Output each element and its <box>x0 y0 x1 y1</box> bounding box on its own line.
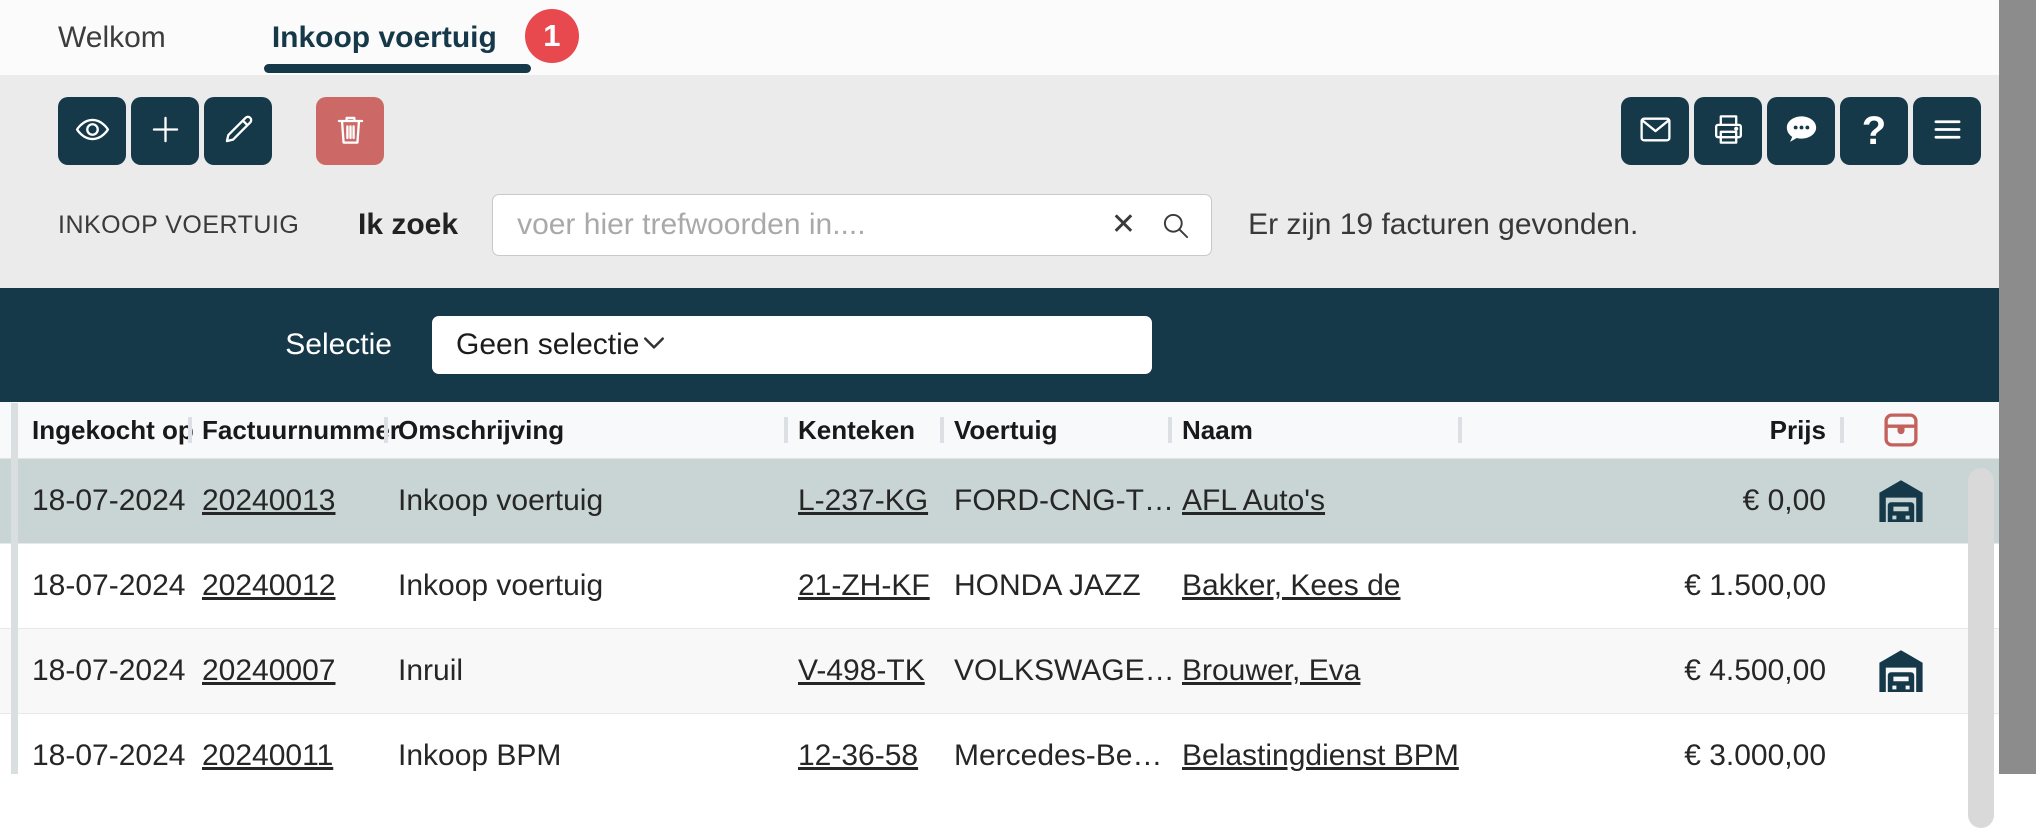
toolbar-left-group <box>58 97 384 165</box>
table-row[interactable]: 18-07-2024 20240012 Inkoop voertuig 21-Z… <box>0 543 2036 628</box>
license-link[interactable]: 21-ZH-KF <box>798 569 930 602</box>
cell-description: Inkoop BPM <box>398 739 798 773</box>
tab-welkom[interactable]: Welkom <box>58 20 166 56</box>
cell-description: Inkoop voertuig <box>398 569 798 603</box>
chevron-down-icon <box>639 328 669 363</box>
cell-description: Inkoop voertuig <box>398 484 798 518</box>
email-button[interactable] <box>1621 97 1689 165</box>
envelope-icon <box>1637 111 1674 151</box>
package-icon <box>1880 409 1922 451</box>
add-button[interactable] <box>131 97 199 165</box>
column-header-license[interactable]: Kenteken <box>798 415 954 446</box>
search-row: INKOOP VOERTUIG Ik zoek ✕ Er zijn 19 fac… <box>0 194 2036 256</box>
search-label: Ik zoek <box>358 208 458 242</box>
column-header-invoice[interactable]: Factuurnummer <box>202 415 398 446</box>
garage-car-icon[interactable] <box>1877 477 1925 525</box>
search-input[interactable] <box>515 207 1111 243</box>
clear-search-icon[interactable]: ✕ <box>1111 210 1136 240</box>
invoice-link[interactable]: 20240013 <box>202 484 335 517</box>
column-header-description[interactable]: Omschrijving <box>398 415 798 446</box>
pencil-icon <box>220 111 257 151</box>
search-box: ✕ <box>492 194 1212 256</box>
toolbar-section: ? INKOOP VOERTUIG Ik zoek ✕ <box>0 75 2036 288</box>
license-link[interactable]: 12-36-58 <box>798 739 918 772</box>
cell-date: 18-07-2024 <box>32 739 202 773</box>
hamburger-icon <box>1929 111 1966 151</box>
selection-band: Selectie Geen selectie <box>0 288 2036 402</box>
license-link[interactable]: V-498-TK <box>798 654 925 687</box>
help-button[interactable]: ? <box>1840 97 1908 165</box>
license-link[interactable]: L-237-KG <box>798 484 928 517</box>
table-row[interactable]: 18-07-2024 20240007 Inruil V-498-TK VOLK… <box>0 628 2036 713</box>
table-row[interactable]: 18-07-2024 20240011 Inkoop BPM 12-36-58 … <box>0 713 2036 798</box>
table-row[interactable]: 18-07-2024 20240013 Inkoop voertuig L-23… <box>0 459 2036 543</box>
cell-description: Inruil <box>398 654 798 688</box>
cell-vehicle: VOLKSWAGE… <box>954 654 1182 688</box>
toolbar: ? <box>0 75 2036 165</box>
table-header: Ingekocht op Factuurnummer Omschrijving … <box>0 402 2036 459</box>
view-button[interactable] <box>58 97 126 165</box>
column-header-vehicle[interactable]: Voertuig <box>954 415 1182 446</box>
eye-icon <box>74 111 111 151</box>
column-header-price[interactable]: Prijs <box>1472 415 1826 446</box>
invoice-link[interactable]: 20240012 <box>202 569 335 602</box>
name-link[interactable]: Belastingdienst BPM <box>1182 739 1459 772</box>
question-icon: ? <box>1862 111 1886 151</box>
cell-date: 18-07-2024 <box>32 654 202 688</box>
invoice-link[interactable]: 20240011 <box>202 739 333 772</box>
column-header-vehicle-flag[interactable] <box>1826 409 1976 451</box>
name-link[interactable]: Brouwer, Eva <box>1182 654 1360 687</box>
chat-button[interactable] <box>1767 97 1835 165</box>
menu-button[interactable] <box>1913 97 1981 165</box>
delete-button[interactable] <box>316 97 384 165</box>
window-right-rail <box>1999 0 2036 774</box>
cell-vehicle: Mercedes-Be… <box>954 739 1182 773</box>
cell-date: 18-07-2024 <box>32 484 202 518</box>
invoice-link[interactable]: 20240007 <box>202 654 335 687</box>
cell-price: € 3.000,00 <box>1472 739 1826 773</box>
cell-price: € 1.500,00 <box>1472 569 1826 603</box>
tab-label: Inkoop voertuig <box>272 21 497 54</box>
edit-button[interactable] <box>204 97 272 165</box>
cell-vehicle: HONDA JAZZ <box>954 569 1182 603</box>
column-header-name[interactable]: Naam <box>1182 415 1472 446</box>
cell-date: 18-07-2024 <box>32 569 202 603</box>
cell-price: € 4.500,00 <box>1472 654 1826 688</box>
name-link[interactable]: AFL Auto's <box>1182 484 1325 517</box>
trash-icon <box>332 111 369 151</box>
notification-badge: 1 <box>525 9 579 63</box>
printer-icon <box>1710 111 1747 151</box>
results-count-text: Er zijn 19 facturen gevonden. <box>1248 208 1638 242</box>
cell-vehicle: FORD-CNG-T… <box>954 484 1182 518</box>
section-title: INKOOP VOERTUIG <box>58 211 358 240</box>
tab-inkoop-voertuig[interactable]: Inkoop voertuig 1 <box>272 20 497 56</box>
selection-label: Selectie <box>0 328 392 362</box>
selection-value: Geen selectie <box>456 328 639 362</box>
garage-car-icon[interactable] <box>1877 647 1925 695</box>
vertical-scrollbar[interactable] <box>1968 468 1994 828</box>
selection-dropdown[interactable]: Geen selectie <box>432 316 1152 374</box>
chat-icon <box>1783 111 1820 151</box>
search-icon[interactable] <box>1160 210 1191 241</box>
tab-bar: Welkom Inkoop voertuig 1 <box>0 0 2036 75</box>
table-left-edge <box>11 403 18 774</box>
name-link[interactable]: Bakker, Kees de <box>1182 569 1400 602</box>
column-header-date[interactable]: Ingekocht op <box>32 415 202 446</box>
plus-icon <box>147 111 184 151</box>
cell-price: € 0,00 <box>1472 484 1826 518</box>
toolbar-right-group: ? <box>1621 97 1981 165</box>
print-button[interactable] <box>1694 97 1762 165</box>
